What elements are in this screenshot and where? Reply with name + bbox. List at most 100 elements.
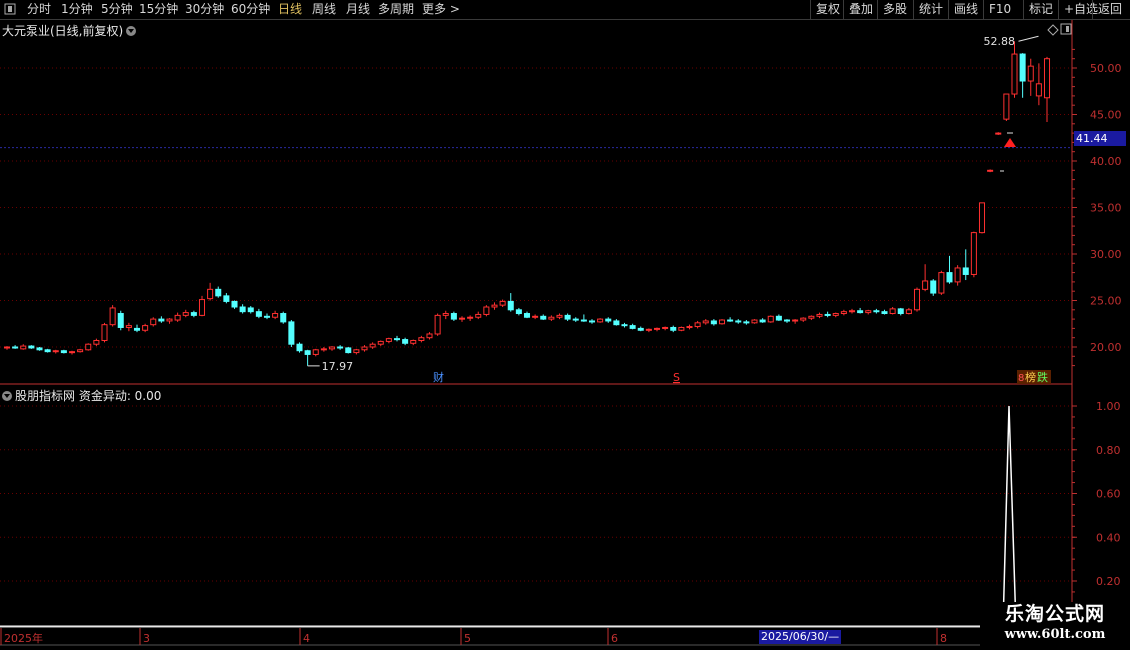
candle-body xyxy=(678,326,685,331)
candle-body xyxy=(970,232,977,275)
candle-body xyxy=(727,319,734,322)
candle-body xyxy=(897,308,904,315)
candle-body xyxy=(223,295,230,302)
candle-body xyxy=(889,308,896,315)
candle-body xyxy=(564,314,571,320)
kline-chart[interactable]: 50.00 45.00 40.00 35.00 30.00 25.00 20.00 52.88… xyxy=(0,0,1130,650)
candle-body xyxy=(816,313,823,317)
candle-body xyxy=(556,314,563,318)
candle-body xyxy=(410,339,417,344)
candle-body xyxy=(848,310,856,313)
candle-body xyxy=(320,348,327,351)
candle-body xyxy=(288,321,295,345)
candle-body xyxy=(125,325,132,328)
time-label: 4 xyxy=(303,632,310,645)
candle-body xyxy=(174,314,181,321)
candle-body xyxy=(735,320,742,323)
candle-body xyxy=(840,311,847,315)
watermark-logo: 乐淘公式网 www.60lt.com xyxy=(980,602,1130,650)
candle-body xyxy=(296,343,303,352)
date-cursor-label: 2025/06/30/— xyxy=(759,630,842,644)
y-tick-label: 40.00 xyxy=(1090,155,1122,168)
candle-body xyxy=(442,313,449,316)
candle-body xyxy=(507,300,514,311)
time-label: 8 xyxy=(940,632,947,645)
fall-marker: 跌 xyxy=(1037,370,1048,384)
candle-body xyxy=(743,321,750,324)
candle-body xyxy=(393,338,401,341)
time-label: 2025年 xyxy=(4,631,43,645)
candle-body xyxy=(483,306,490,315)
y-tick-label: 30.00 xyxy=(1090,248,1122,261)
y-tick-label: 20.00 xyxy=(1090,341,1122,354)
candle-body xyxy=(418,337,425,341)
indicator-y-label: 0.20 xyxy=(1096,575,1121,588)
candle-body xyxy=(1019,53,1026,82)
candle-body xyxy=(962,267,969,275)
y-tick-label: 35.00 xyxy=(1090,202,1122,215)
candle-body xyxy=(499,300,506,306)
candle-body xyxy=(133,327,141,331)
candle-body xyxy=(637,327,644,331)
candle-body xyxy=(922,280,929,290)
candle-body xyxy=(881,311,888,315)
candle-body xyxy=(361,346,368,351)
candle-body xyxy=(434,314,441,335)
candle-body xyxy=(28,345,35,349)
watermark-title: 乐淘公式网 xyxy=(1004,603,1105,625)
candle-body xyxy=(231,300,238,308)
candle-body xyxy=(865,310,872,314)
candle-body xyxy=(182,312,189,316)
candle-body xyxy=(767,315,774,323)
watermark-url: www.60lt.com xyxy=(1004,627,1106,642)
candle-body xyxy=(1011,53,1018,95)
high-arrow xyxy=(1018,35,1039,42)
candle-body xyxy=(930,280,937,294)
candle-body xyxy=(905,309,912,315)
finance-marker: 财 xyxy=(433,370,444,384)
candle-body xyxy=(304,350,311,355)
candle-body xyxy=(873,310,880,313)
candle-body xyxy=(718,319,726,325)
candle-body xyxy=(913,288,921,311)
candle-body xyxy=(142,325,149,331)
candle-body xyxy=(1003,93,1010,120)
candle-body xyxy=(670,326,677,331)
candle-body xyxy=(20,345,27,350)
candle-body xyxy=(645,328,652,331)
candle-body xyxy=(775,315,782,321)
candle-body xyxy=(540,315,547,320)
candle-body xyxy=(60,350,67,354)
candle-body xyxy=(402,339,409,344)
candle-body xyxy=(857,310,864,314)
candle-body xyxy=(824,313,831,316)
candle-body xyxy=(280,313,287,323)
candle-body xyxy=(337,346,344,349)
candle-body xyxy=(312,349,319,355)
time-label: 6 xyxy=(611,632,618,645)
candle-body xyxy=(515,309,522,315)
candle-body xyxy=(938,272,945,294)
candle-body xyxy=(621,324,628,327)
candle-body xyxy=(207,288,214,300)
candle-body xyxy=(702,320,709,324)
candle-body xyxy=(751,319,758,324)
candle-body xyxy=(987,169,994,172)
y-tick-label: 25.00 xyxy=(1090,295,1122,308)
candle-body xyxy=(369,343,376,348)
candle-body xyxy=(3,346,11,349)
candle-body xyxy=(629,325,636,329)
candle-body xyxy=(77,349,84,353)
candle-body xyxy=(328,346,336,350)
candle-body xyxy=(1027,65,1034,82)
candle-body xyxy=(946,272,953,283)
indicator-spike xyxy=(1002,405,1017,628)
diamond-icon xyxy=(1047,24,1059,36)
candle-body xyxy=(426,333,433,339)
candle-body xyxy=(166,318,173,322)
candle-body xyxy=(377,340,384,345)
rank-marker-num: 8 xyxy=(1018,373,1024,384)
buy-signal-icon xyxy=(1004,138,1016,147)
candle-body xyxy=(239,306,246,313)
candle-body xyxy=(580,319,587,322)
